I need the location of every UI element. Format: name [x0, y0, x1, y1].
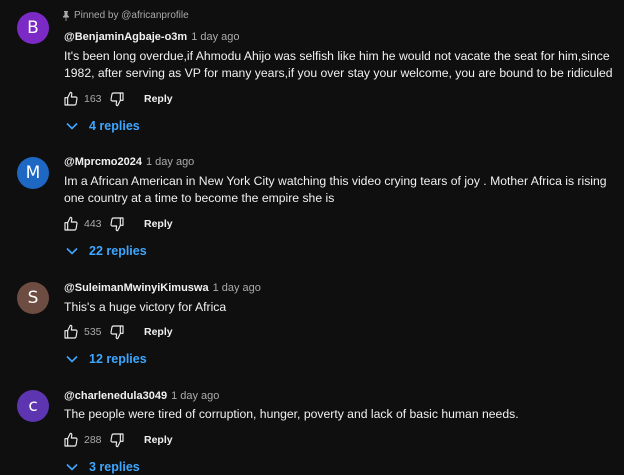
avatar[interactable]: c — [17, 390, 49, 422]
comment-time[interactable]: 1 day ago — [213, 282, 261, 294]
thumbs-down-icon[interactable] — [108, 431, 126, 449]
comment-author[interactable]: @Mprcmo2024 — [64, 156, 142, 168]
like-count: 288 — [84, 434, 102, 446]
like-count: 443 — [84, 218, 102, 230]
comment-header: @Mprcmo2024 1 day ago — [64, 156, 194, 168]
replies-label: 22 replies — [89, 244, 147, 258]
comment-actions: 163 Reply — [62, 90, 173, 108]
avatar[interactable]: M — [17, 157, 49, 189]
thumbs-down-icon[interactable] — [108, 90, 126, 108]
thumbs-down-icon[interactable] — [108, 323, 126, 341]
like-count: 535 — [84, 326, 102, 338]
comment-header: @charlenedula3049 1 day ago — [64, 390, 219, 402]
comment-author[interactable]: @SuleimanMwinyiKimuswa — [64, 282, 209, 294]
reply-button[interactable]: Reply — [144, 326, 173, 338]
comment-text: Im a African American in New York City w… — [64, 174, 607, 205]
replies-label: 3 replies — [89, 460, 140, 474]
comment-actions: 535 Reply — [62, 323, 173, 341]
comments-section: B Pinned by @africanprofile @BenjaminAgb… — [0, 0, 624, 475]
view-replies-button[interactable]: 4 replies — [66, 119, 140, 133]
view-replies-button[interactable]: 12 replies — [66, 352, 147, 366]
thumbs-up-icon[interactable] — [62, 90, 80, 108]
chevron-down-icon — [66, 355, 78, 363]
comment-text: The people were tired of corruption, hun… — [64, 407, 519, 421]
pin-icon — [62, 10, 70, 21]
pinned-badge: Pinned by @africanprofile — [62, 10, 189, 21]
chevron-down-icon — [66, 122, 78, 130]
chevron-down-icon — [66, 463, 78, 471]
pinned-label: Pinned by @africanprofile — [74, 10, 189, 21]
replies-label: 12 replies — [89, 352, 147, 366]
reply-button[interactable]: Reply — [144, 218, 173, 230]
comment-actions: 443 Reply — [62, 215, 173, 233]
replies-label: 4 replies — [89, 119, 140, 133]
chevron-down-icon — [66, 247, 78, 255]
view-replies-button[interactable]: 3 replies — [66, 460, 140, 474]
reply-button[interactable]: Reply — [144, 93, 173, 105]
comment-actions: 288 Reply — [62, 431, 173, 449]
like-count: 163 — [84, 93, 102, 105]
avatar[interactable]: S — [17, 282, 49, 314]
thumbs-up-icon[interactable] — [62, 215, 80, 233]
comment-author[interactable]: @charlenedula3049 — [64, 390, 167, 402]
reply-button[interactable]: Reply — [144, 434, 173, 446]
comment-header: @BenjaminAgbaje-o3m 1 day ago — [64, 31, 240, 43]
comment-time[interactable]: 1 day ago — [146, 156, 194, 168]
comment-time[interactable]: 1 day ago — [171, 390, 219, 402]
thumbs-up-icon[interactable] — [62, 323, 80, 341]
comment-text: This's a huge victory for Africa — [64, 300, 227, 314]
comment-author[interactable]: @BenjaminAgbaje-o3m — [64, 31, 187, 43]
comment-text: It's been long overdue,if Ahmodu Ahijo w… — [64, 49, 613, 80]
avatar[interactable]: B — [17, 12, 49, 44]
thumbs-up-icon[interactable] — [62, 431, 80, 449]
thumbs-down-icon[interactable] — [108, 215, 126, 233]
comment-time[interactable]: 1 day ago — [191, 31, 239, 43]
view-replies-button[interactable]: 22 replies — [66, 244, 147, 258]
comment-header: @SuleimanMwinyiKimuswa 1 day ago — [64, 282, 261, 294]
